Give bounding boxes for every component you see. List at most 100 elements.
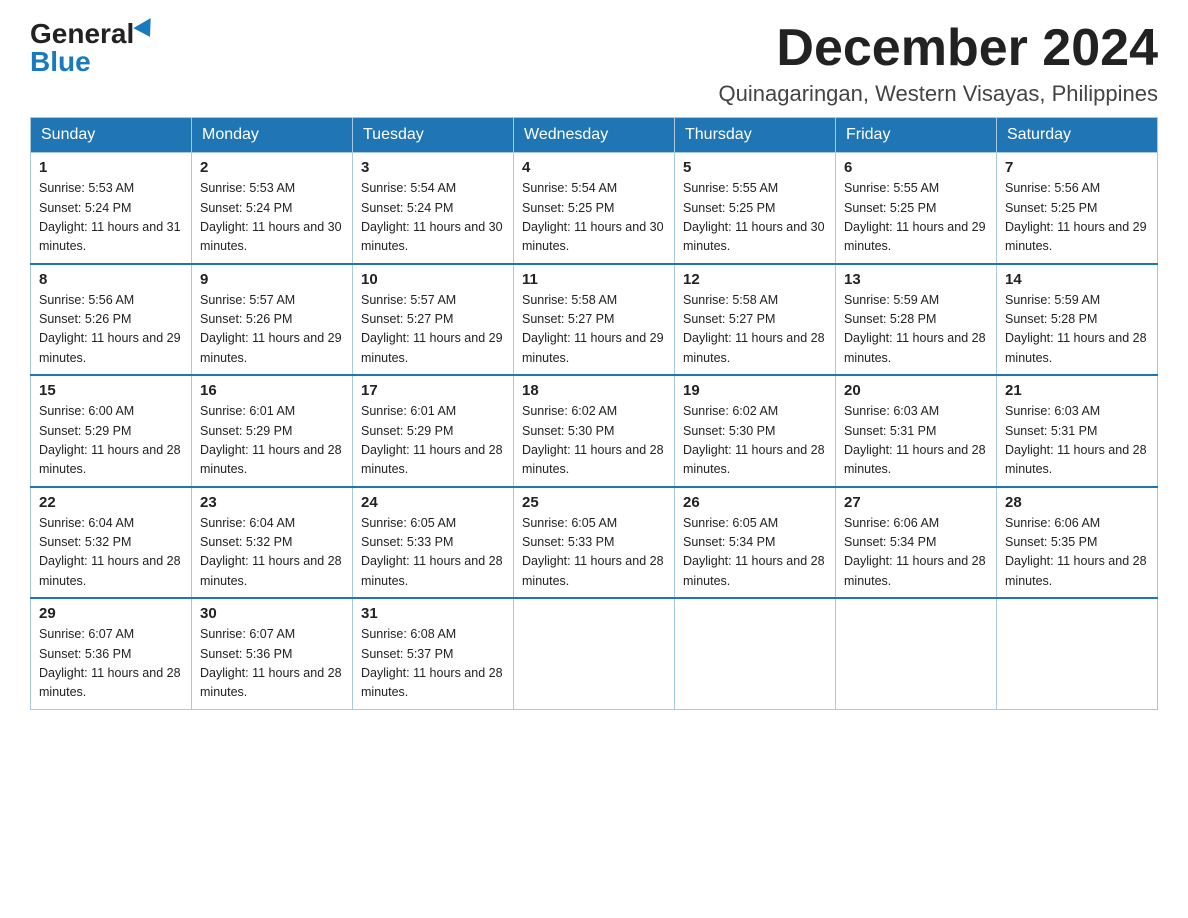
day-number: 31 <box>361 605 505 622</box>
calendar-cell: 6 Sunrise: 5:55 AMSunset: 5:25 PMDayligh… <box>836 153 997 264</box>
day-info: Sunrise: 6:03 AMSunset: 5:31 PMDaylight:… <box>1005 404 1147 476</box>
page-header: General Blue December 2024 Quinagaringan… <box>30 20 1158 107</box>
day-info: Sunrise: 5:59 AMSunset: 5:28 PMDaylight:… <box>1005 293 1147 365</box>
calendar-cell <box>675 598 836 709</box>
calendar-cell: 23 Sunrise: 6:04 AMSunset: 5:32 PMDaylig… <box>192 487 353 599</box>
calendar-cell: 13 Sunrise: 5:59 AMSunset: 5:28 PMDaylig… <box>836 264 997 376</box>
calendar-week-row: 1 Sunrise: 5:53 AMSunset: 5:24 PMDayligh… <box>31 153 1158 264</box>
day-info: Sunrise: 5:57 AMSunset: 5:26 PMDaylight:… <box>200 293 342 365</box>
day-number: 8 <box>39 271 183 288</box>
day-info: Sunrise: 5:53 AMSunset: 5:24 PMDaylight:… <box>39 181 181 253</box>
day-info: Sunrise: 5:57 AMSunset: 5:27 PMDaylight:… <box>361 293 503 365</box>
day-info: Sunrise: 6:06 AMSunset: 5:35 PMDaylight:… <box>1005 516 1147 588</box>
day-number: 11 <box>522 271 666 288</box>
day-info: Sunrise: 5:55 AMSunset: 5:25 PMDaylight:… <box>844 181 986 253</box>
calendar-cell <box>514 598 675 709</box>
day-info: Sunrise: 5:55 AMSunset: 5:25 PMDaylight:… <box>683 181 825 253</box>
day-info: Sunrise: 5:53 AMSunset: 5:24 PMDaylight:… <box>200 181 342 253</box>
calendar-cell: 8 Sunrise: 5:56 AMSunset: 5:26 PMDayligh… <box>31 264 192 376</box>
calendar-cell: 11 Sunrise: 5:58 AMSunset: 5:27 PMDaylig… <box>514 264 675 376</box>
day-info: Sunrise: 6:03 AMSunset: 5:31 PMDaylight:… <box>844 404 986 476</box>
day-number: 20 <box>844 382 988 399</box>
calendar-week-row: 29 Sunrise: 6:07 AMSunset: 5:36 PMDaylig… <box>31 598 1158 709</box>
day-info: Sunrise: 6:05 AMSunset: 5:33 PMDaylight:… <box>361 516 503 588</box>
day-number: 12 <box>683 271 827 288</box>
calendar-cell <box>997 598 1158 709</box>
day-info: Sunrise: 6:08 AMSunset: 5:37 PMDaylight:… <box>361 627 503 699</box>
weekday-header-wednesday: Wednesday <box>514 118 675 153</box>
day-number: 16 <box>200 382 344 399</box>
calendar-cell: 18 Sunrise: 6:02 AMSunset: 5:30 PMDaylig… <box>514 375 675 487</box>
day-number: 6 <box>844 159 988 176</box>
day-number: 9 <box>200 271 344 288</box>
calendar-cell: 25 Sunrise: 6:05 AMSunset: 5:33 PMDaylig… <box>514 487 675 599</box>
calendar-cell: 5 Sunrise: 5:55 AMSunset: 5:25 PMDayligh… <box>675 153 836 264</box>
calendar-cell: 16 Sunrise: 6:01 AMSunset: 5:29 PMDaylig… <box>192 375 353 487</box>
calendar-cell: 15 Sunrise: 6:00 AMSunset: 5:29 PMDaylig… <box>31 375 192 487</box>
calendar-cell: 26 Sunrise: 6:05 AMSunset: 5:34 PMDaylig… <box>675 487 836 599</box>
location-title: Quinagaringan, Western Visayas, Philippi… <box>719 81 1158 107</box>
day-info: Sunrise: 6:00 AMSunset: 5:29 PMDaylight:… <box>39 404 181 476</box>
calendar-cell: 2 Sunrise: 5:53 AMSunset: 5:24 PMDayligh… <box>192 153 353 264</box>
day-info: Sunrise: 6:01 AMSunset: 5:29 PMDaylight:… <box>200 404 342 476</box>
day-info: Sunrise: 6:04 AMSunset: 5:32 PMDaylight:… <box>200 516 342 588</box>
day-info: Sunrise: 6:06 AMSunset: 5:34 PMDaylight:… <box>844 516 986 588</box>
day-info: Sunrise: 5:56 AMSunset: 5:25 PMDaylight:… <box>1005 181 1147 253</box>
day-number: 22 <box>39 494 183 511</box>
calendar-cell: 21 Sunrise: 6:03 AMSunset: 5:31 PMDaylig… <box>997 375 1158 487</box>
day-number: 17 <box>361 382 505 399</box>
day-number: 24 <box>361 494 505 511</box>
calendar-cell: 12 Sunrise: 5:58 AMSunset: 5:27 PMDaylig… <box>675 264 836 376</box>
weekday-header-friday: Friday <box>836 118 997 153</box>
calendar-cell: 20 Sunrise: 6:03 AMSunset: 5:31 PMDaylig… <box>836 375 997 487</box>
day-info: Sunrise: 6:05 AMSunset: 5:33 PMDaylight:… <box>522 516 664 588</box>
day-info: Sunrise: 6:01 AMSunset: 5:29 PMDaylight:… <box>361 404 503 476</box>
day-info: Sunrise: 5:59 AMSunset: 5:28 PMDaylight:… <box>844 293 986 365</box>
logo-general-text: General <box>30 20 134 48</box>
calendar-cell: 29 Sunrise: 6:07 AMSunset: 5:36 PMDaylig… <box>31 598 192 709</box>
title-area: December 2024 Quinagaringan, Western Vis… <box>719 20 1158 107</box>
day-info: Sunrise: 5:54 AMSunset: 5:25 PMDaylight:… <box>522 181 664 253</box>
day-info: Sunrise: 5:56 AMSunset: 5:26 PMDaylight:… <box>39 293 181 365</box>
day-number: 23 <box>200 494 344 511</box>
day-number: 7 <box>1005 159 1149 176</box>
day-number: 18 <box>522 382 666 399</box>
logo-triangle-icon <box>134 18 159 42</box>
calendar-cell: 17 Sunrise: 6:01 AMSunset: 5:29 PMDaylig… <box>353 375 514 487</box>
calendar-cell: 31 Sunrise: 6:08 AMSunset: 5:37 PMDaylig… <box>353 598 514 709</box>
day-number: 10 <box>361 271 505 288</box>
calendar-cell: 30 Sunrise: 6:07 AMSunset: 5:36 PMDaylig… <box>192 598 353 709</box>
day-number: 27 <box>844 494 988 511</box>
weekday-header-tuesday: Tuesday <box>353 118 514 153</box>
day-info: Sunrise: 6:02 AMSunset: 5:30 PMDaylight:… <box>683 404 825 476</box>
calendar-cell: 10 Sunrise: 5:57 AMSunset: 5:27 PMDaylig… <box>353 264 514 376</box>
calendar-cell: 4 Sunrise: 5:54 AMSunset: 5:25 PMDayligh… <box>514 153 675 264</box>
calendar-cell: 9 Sunrise: 5:57 AMSunset: 5:26 PMDayligh… <box>192 264 353 376</box>
day-number: 29 <box>39 605 183 622</box>
calendar-cell: 27 Sunrise: 6:06 AMSunset: 5:34 PMDaylig… <box>836 487 997 599</box>
day-info: Sunrise: 6:05 AMSunset: 5:34 PMDaylight:… <box>683 516 825 588</box>
weekday-header-thursday: Thursday <box>675 118 836 153</box>
calendar-week-row: 22 Sunrise: 6:04 AMSunset: 5:32 PMDaylig… <box>31 487 1158 599</box>
day-info: Sunrise: 6:07 AMSunset: 5:36 PMDaylight:… <box>200 627 342 699</box>
day-number: 5 <box>683 159 827 176</box>
logo-blue-text: Blue <box>30 48 91 76</box>
calendar-cell: 1 Sunrise: 5:53 AMSunset: 5:24 PMDayligh… <box>31 153 192 264</box>
weekday-header-monday: Monday <box>192 118 353 153</box>
day-number: 4 <box>522 159 666 176</box>
weekday-header-row: SundayMondayTuesdayWednesdayThursdayFrid… <box>31 118 1158 153</box>
calendar-cell: 7 Sunrise: 5:56 AMSunset: 5:25 PMDayligh… <box>997 153 1158 264</box>
calendar-cell <box>836 598 997 709</box>
calendar-cell: 19 Sunrise: 6:02 AMSunset: 5:30 PMDaylig… <box>675 375 836 487</box>
day-number: 25 <box>522 494 666 511</box>
day-info: Sunrise: 6:04 AMSunset: 5:32 PMDaylight:… <box>39 516 181 588</box>
day-number: 30 <box>200 605 344 622</box>
day-number: 3 <box>361 159 505 176</box>
day-info: Sunrise: 5:58 AMSunset: 5:27 PMDaylight:… <box>683 293 825 365</box>
day-number: 26 <box>683 494 827 511</box>
day-info: Sunrise: 5:54 AMSunset: 5:24 PMDaylight:… <box>361 181 503 253</box>
day-number: 1 <box>39 159 183 176</box>
calendar-cell: 3 Sunrise: 5:54 AMSunset: 5:24 PMDayligh… <box>353 153 514 264</box>
calendar-cell: 14 Sunrise: 5:59 AMSunset: 5:28 PMDaylig… <box>997 264 1158 376</box>
day-number: 15 <box>39 382 183 399</box>
